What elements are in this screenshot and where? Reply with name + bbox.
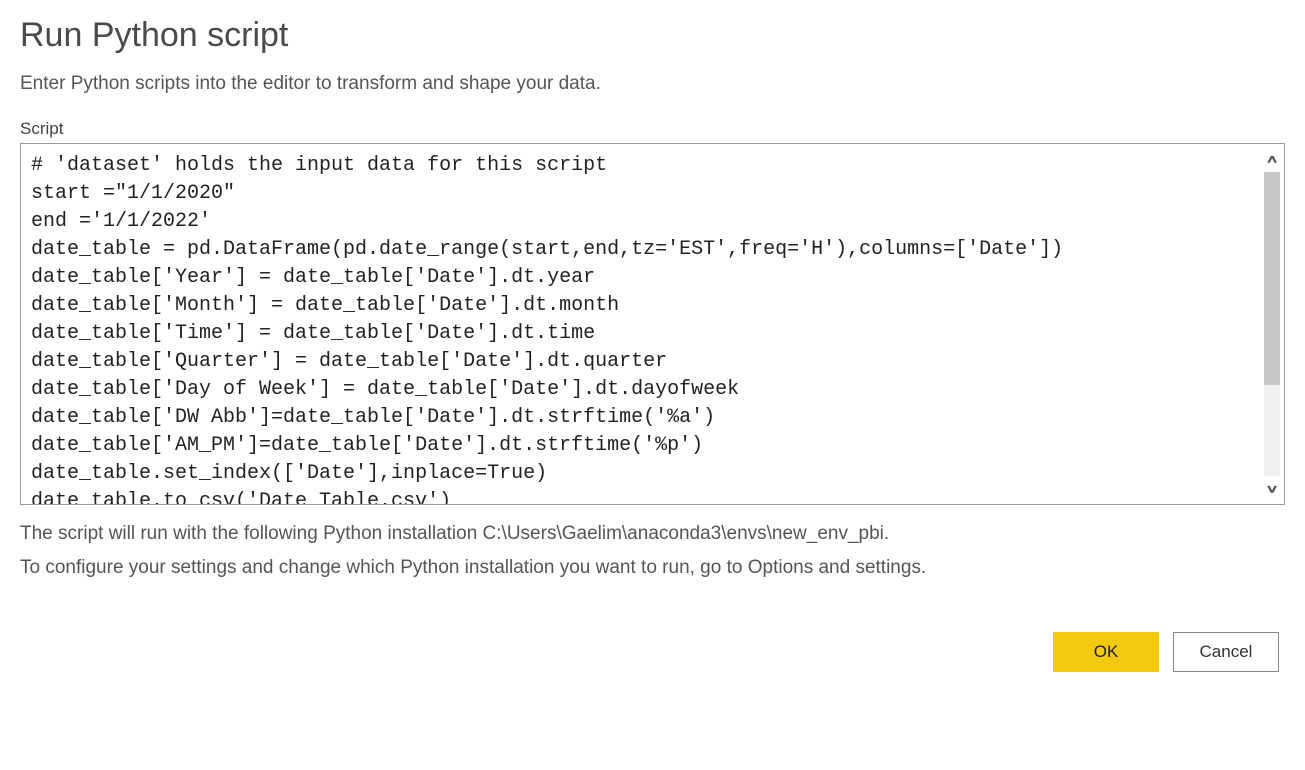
scroll-up-icon[interactable]: ∧: [1265, 154, 1278, 165]
run-python-script-dialog: Run Python script Enter Python scripts i…: [20, 16, 1285, 672]
scroll-down-icon[interactable]: ∨: [1265, 484, 1278, 495]
dialog-title: Run Python script: [20, 16, 1285, 55]
scroll-thumb[interactable]: [1264, 172, 1280, 385]
options-settings-hint: To configure your settings and change wh…: [20, 553, 1285, 583]
ok-button[interactable]: OK: [1053, 632, 1159, 672]
scrollbar[interactable]: ∧ ∨: [1260, 144, 1284, 504]
dialog-subtitle: Enter Python scripts into the editor to …: [20, 73, 1285, 95]
script-editor[interactable]: [21, 144, 1260, 504]
script-container: ∧ ∨: [20, 143, 1285, 505]
dialog-button-row: OK Cancel: [20, 632, 1285, 672]
scroll-track[interactable]: [1264, 172, 1280, 476]
cancel-button[interactable]: Cancel: [1173, 632, 1279, 672]
script-field-label: Script: [20, 119, 1285, 139]
python-install-path-text: The script will run with the following P…: [20, 519, 1285, 549]
